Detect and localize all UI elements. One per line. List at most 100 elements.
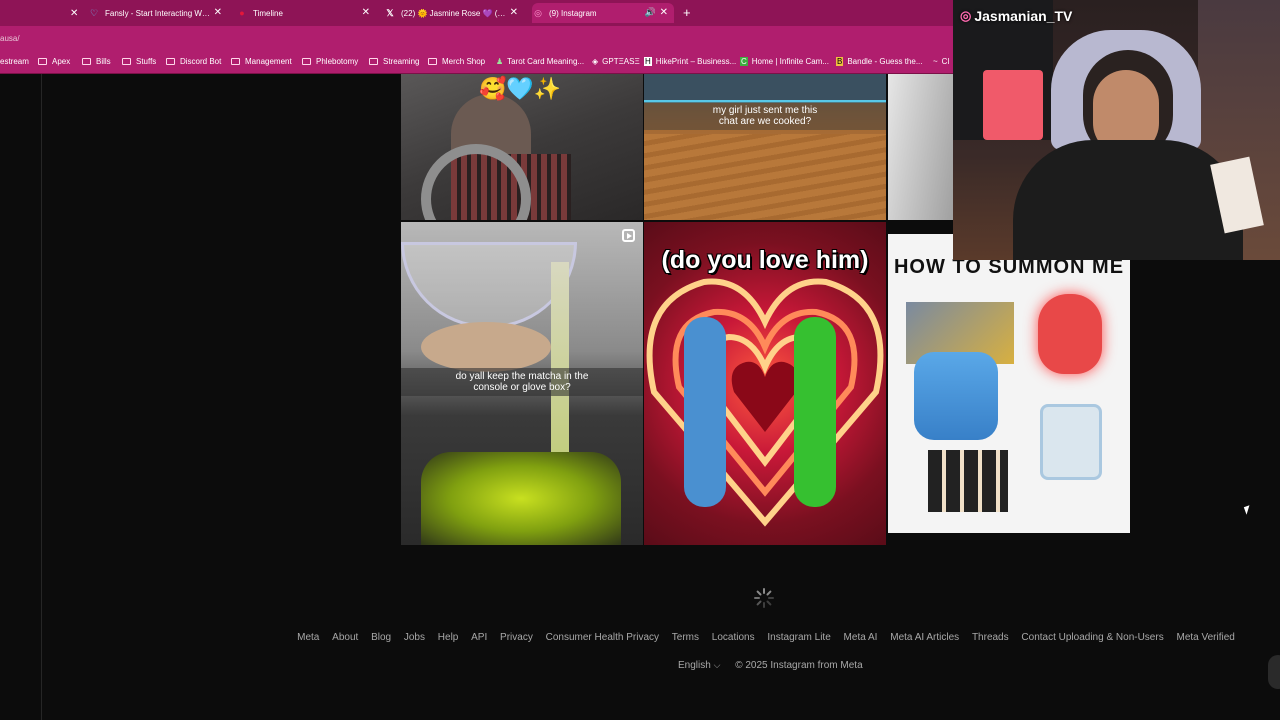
bookmark-item[interactable]: estream xyxy=(0,57,29,66)
post-tile-partial[interactable] xyxy=(888,74,953,220)
language-select[interactable]: English ⌵ xyxy=(678,660,720,671)
webcam-overlay xyxy=(953,0,1280,260)
bookmark-label: Cl xyxy=(941,57,950,66)
bookmark-label: Tarot Card Meaning... xyxy=(507,57,585,66)
bookmark-folder[interactable]: Bills xyxy=(82,57,111,66)
footer-link-consumer-health[interactable]: Consumer Health Privacy xyxy=(546,632,659,643)
shirt-shape xyxy=(1013,140,1243,260)
bookmark-label: Apex xyxy=(52,57,71,66)
reel-icon xyxy=(622,229,635,242)
footer-link-meta-ai[interactable]: Meta AI xyxy=(844,632,878,643)
bookmark-item[interactable]: ◈ GPTΞASΞ xyxy=(592,57,640,66)
bookmark-label: Discord Bot xyxy=(180,57,222,66)
speaker-icon[interactable]: 🔊 xyxy=(645,7,656,18)
bookmark-item[interactable]: B Bandle - Guess the... xyxy=(836,57,923,66)
fansly-heart-icon: ♡ xyxy=(89,7,99,18)
bookmark-label: Stuffs xyxy=(136,57,157,66)
bookmark-label: Phlebotomy xyxy=(316,57,359,66)
post-emojis: 🥰🩵✨ xyxy=(479,76,562,101)
x-logo-icon: 𝕏 xyxy=(386,7,394,18)
close-icon[interactable]: ✕ xyxy=(362,7,370,18)
water-pitcher-image xyxy=(1040,404,1102,480)
bookmark-folder[interactable]: Merch Shop xyxy=(428,57,485,66)
chevron-icon: ~ xyxy=(933,57,938,66)
footer-link-instagram-lite[interactable]: Instagram Lite xyxy=(767,632,830,643)
footer-link-meta-verified[interactable]: Meta Verified xyxy=(1176,632,1234,643)
blue-shark-shape xyxy=(684,317,726,507)
footer-link-threads[interactable]: Threads xyxy=(972,632,1009,643)
pink-light-shape xyxy=(983,70,1043,140)
bookmark-folder[interactable]: Streaming xyxy=(369,57,419,66)
footer-link-blog[interactable]: Blog xyxy=(371,632,391,643)
bookmark-item[interactable]: ♟ Tarot Card Meaning... xyxy=(496,57,584,66)
footer-link-terms[interactable]: Terms xyxy=(672,632,699,643)
footer-links: Meta About Blog Jobs Help API Privacy Co… xyxy=(0,632,1280,643)
matcha-spill-shape xyxy=(421,452,621,545)
close-icon[interactable]: ✕ xyxy=(214,7,222,18)
bookmark-folder[interactable]: Apex xyxy=(38,57,70,66)
folder-icon xyxy=(369,58,378,65)
screen-shape xyxy=(644,74,886,103)
url-text[interactable]: ausa/ xyxy=(0,34,20,43)
red-dot-icon: ● xyxy=(239,8,245,18)
footer-link-locations[interactable]: Locations xyxy=(712,632,755,643)
post-tile-selfie[interactable]: 🥰🩵✨ xyxy=(401,74,643,220)
post-tile-love[interactable]: (do you love him) xyxy=(644,222,886,545)
tab-twitter[interactable]: 𝕏 (22) 🌞 Jasmine Rose 💜 (@Je ✕ xyxy=(384,3,524,23)
chevron-down-icon: ⌵ xyxy=(713,660,721,670)
instagram-icon: ◎ xyxy=(960,8,972,23)
wood-table-shape xyxy=(644,134,886,220)
copyright-text: © 2025 Instagram from Meta xyxy=(735,660,863,671)
bookmark-label: Merch Shop xyxy=(442,57,486,66)
bookmark-folder[interactable]: Discord Bot xyxy=(166,57,221,66)
gpt-icon: ◈ xyxy=(592,57,599,66)
close-icon[interactable]: ✕ xyxy=(660,7,668,18)
post-tile-cooked[interactable]: my girl just sent me this chat are we co… xyxy=(644,74,886,220)
footer-link-contact-uploading[interactable]: Contact Uploading & Non-Users xyxy=(1021,632,1163,643)
new-tab-button[interactable]: + xyxy=(683,5,691,20)
folder-icon xyxy=(428,58,437,65)
address-bar[interactable]: ausa/ xyxy=(0,26,953,51)
footer-link-meta-ai-articles[interactable]: Meta AI Articles xyxy=(890,632,959,643)
folder-icon xyxy=(302,58,311,65)
bookmark-folder[interactable]: Management xyxy=(231,57,292,66)
sidebar-divider xyxy=(41,74,42,720)
tab-fansly[interactable]: ♡ Fansly - Start Interacting With Y ✕ xyxy=(88,3,228,23)
bookmark-item[interactable]: ~ Cl xyxy=(933,57,949,66)
bookmark-item[interactable]: C Home | Infinite Cam... xyxy=(740,57,829,66)
bookmark-label: Streaming xyxy=(383,57,420,66)
folder-icon xyxy=(38,58,47,65)
post-tile-summon[interactable]: HOW TO SUMMON ME xyxy=(888,234,1130,533)
bookmark-label: GPTΞASΞ xyxy=(602,57,640,66)
footer-link-about[interactable]: About xyxy=(332,632,358,643)
bookmarks-bar: estream Apex Bills Stuffs Discord Bot Ma… xyxy=(0,51,953,74)
hikeprint-icon: H xyxy=(644,57,652,66)
bookmark-folder[interactable]: Stuffs xyxy=(122,57,156,66)
footer-link-meta[interactable]: Meta xyxy=(297,632,319,643)
tab-title: (9) Instagram xyxy=(549,8,597,18)
streamer-name: Jasmanian_TV xyxy=(974,8,1073,24)
footer-link-api[interactable]: API xyxy=(471,632,487,643)
footer-link-jobs[interactable]: Jobs xyxy=(404,632,425,643)
tab-instagram[interactable]: ◎ (9) Instagram 🔊 ✕ xyxy=(532,3,674,23)
footer-link-help[interactable]: Help xyxy=(438,632,459,643)
footer-meta: English ⌵ © 2025 Instagram from Meta xyxy=(678,660,863,671)
bookmark-label: Home | Infinite Cam... xyxy=(751,57,829,66)
footer-link-privacy[interactable]: Privacy xyxy=(500,632,533,643)
bookmark-item[interactable]: H HikePrint – Business... xyxy=(644,57,736,66)
tab-title: Timeline xyxy=(253,8,283,18)
bookmark-label: Management xyxy=(245,57,292,66)
tab-title: Fansly - Start Interacting With Y xyxy=(105,8,210,18)
language-label: English xyxy=(678,660,711,671)
close-icon[interactable]: ✕ xyxy=(510,7,518,18)
tab-timeline[interactable]: ● Timeline ✕ xyxy=(236,3,376,23)
mouse-cursor-icon xyxy=(1243,505,1253,515)
bookmark-folder[interactable]: Phlebotomy xyxy=(302,57,358,66)
led-mask-image xyxy=(1038,294,1102,374)
messages-bubble[interactable] xyxy=(1268,655,1280,689)
bookmark-label: Bandle - Guess the... xyxy=(847,57,923,66)
bookmark-label: Bills xyxy=(96,57,111,66)
tab-title: (22) 🌞 Jasmine Rose 💜 (@Je xyxy=(401,8,509,18)
folder-icon xyxy=(166,58,175,65)
post-tile-matcha[interactable]: do yall keep the matcha in the console o… xyxy=(401,222,643,545)
